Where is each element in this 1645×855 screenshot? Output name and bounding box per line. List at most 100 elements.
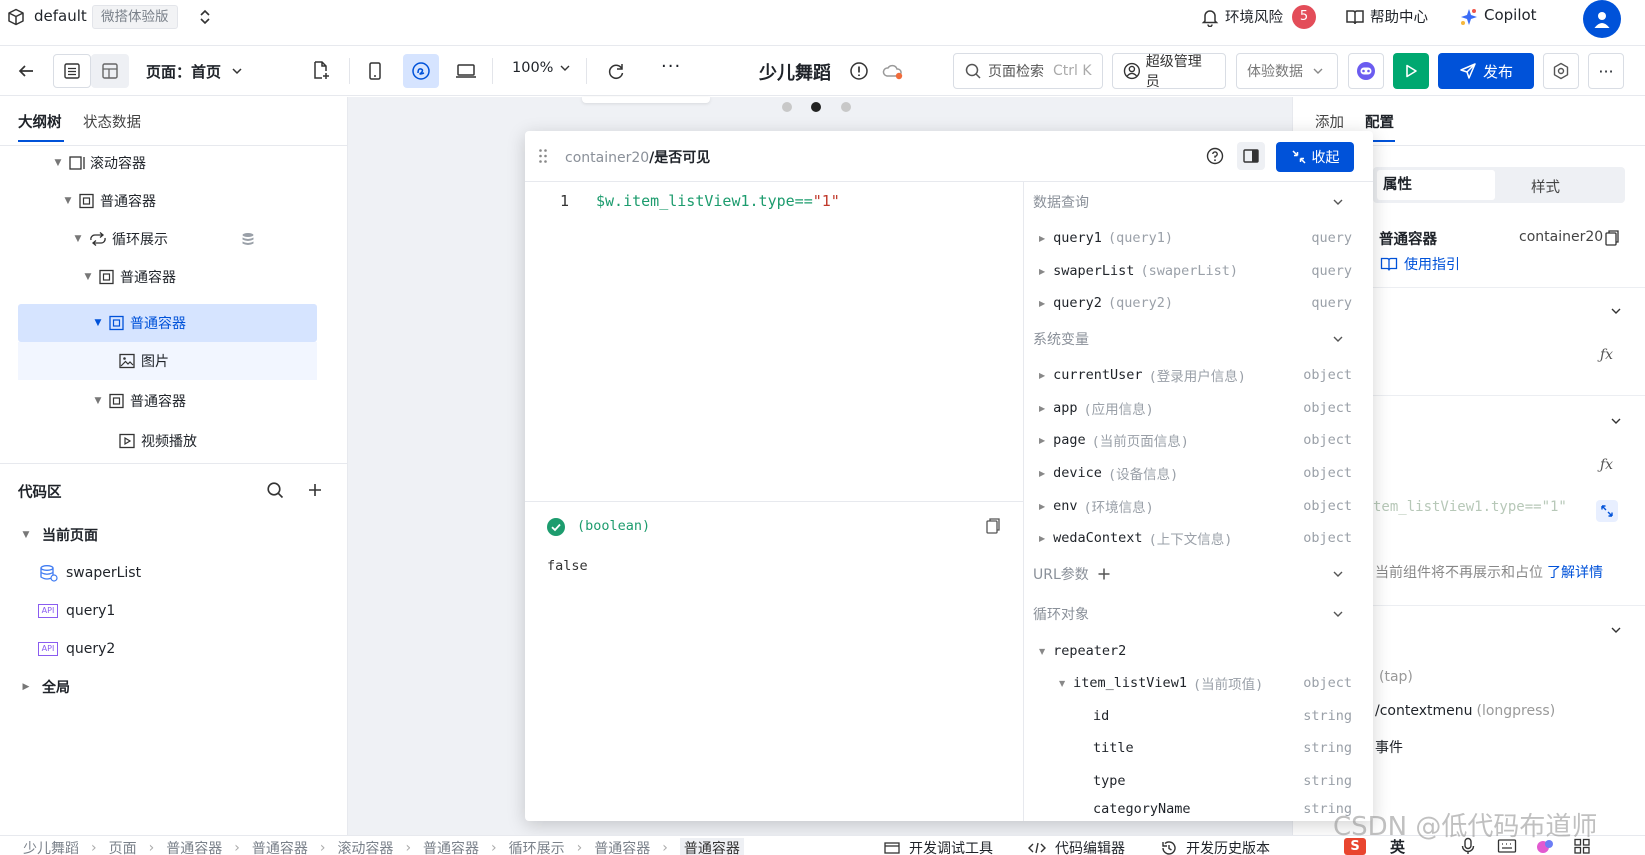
- code-current-page[interactable]: ▼ 当前页面: [20, 517, 98, 553]
- carousel-dot[interactable]: [782, 102, 792, 112]
- caret-down-icon[interactable]: ▼: [1059, 679, 1065, 688]
- skin-icon[interactable]: [1535, 837, 1555, 855]
- code-global[interactable]: ▶ 全局: [20, 669, 70, 705]
- env-name[interactable]: default: [34, 7, 87, 25]
- back-arrow-icon[interactable]: [16, 61, 36, 81]
- caret-right-icon[interactable]: ▶: [20, 682, 32, 692]
- visibility-code-preview[interactable]: tem_listView1.type=="1": [1373, 499, 1593, 515]
- tree-item-repeater[interactable]: ▼ 循环展示: [72, 221, 262, 257]
- section-loop-objects[interactable]: 循环对象: [1033, 599, 1353, 629]
- var-row-swaperlist[interactable]: ▶ swaperList (swaperList) query: [1030, 256, 1352, 286]
- code-item-swaperlist[interactable]: swaperList: [38, 555, 141, 591]
- var-row-field-type[interactable]: type string: [1030, 766, 1352, 796]
- var-row-field-categoryname[interactable]: categoryName string: [1030, 798, 1352, 820]
- caret-right-icon[interactable]: ▶: [1039, 502, 1045, 511]
- subtab-properties[interactable]: 属性: [1377, 170, 1495, 200]
- fx-icon[interactable]: ƒx: [1600, 457, 1613, 473]
- code-editor[interactable]: 1 $w.item_listView1.type=="1": [525, 182, 1023, 501]
- help-icon[interactable]: [1206, 147, 1224, 165]
- fx-icon[interactable]: ƒx: [1600, 347, 1613, 363]
- breadcrumb-item[interactable]: 普通容器: [166, 838, 222, 855]
- info-icon[interactable]: [849, 61, 869, 81]
- settings-button[interactable]: [1543, 53, 1579, 89]
- copy-icon[interactable]: [1604, 229, 1620, 247]
- var-row-item-listview[interactable]: ▼ item_listView1 (当前项值) object: [1030, 668, 1352, 698]
- data-source-select[interactable]: 体验数据: [1236, 53, 1338, 89]
- breadcrumb-item[interactable]: 普通容器: [594, 838, 650, 855]
- page-select[interactable]: 页面：首页: [146, 59, 245, 83]
- layout-button[interactable]: [91, 54, 129, 88]
- carousel-dot[interactable]: [841, 102, 851, 112]
- variable-list-scrollbar[interactable]: [1368, 182, 1372, 820]
- var-row-page[interactable]: ▶ page (当前页面信息) object: [1030, 425, 1352, 455]
- drag-handle-icon[interactable]: [538, 148, 548, 164]
- add-icon[interactable]: [307, 482, 323, 498]
- expand-editor-button[interactable]: [1596, 500, 1618, 522]
- caret-down-icon[interactable]: ▼: [1039, 647, 1045, 656]
- help-center-link[interactable]: 帮助中心: [1370, 6, 1428, 27]
- caret-right-icon[interactable]: ▶: [1039, 371, 1045, 380]
- zoom-select[interactable]: 100%: [512, 60, 572, 76]
- mobile-view-icon[interactable]: [366, 61, 384, 81]
- caret-right-icon[interactable]: ▶: [1039, 469, 1045, 478]
- breadcrumb-item[interactable]: 普通容器: [252, 838, 308, 855]
- breadcrumb-item[interactable]: 循环展示: [509, 838, 565, 855]
- code-line[interactable]: $w.item_listView1.type=="1": [596, 192, 840, 210]
- page-search-button[interactable]: 页面检索 Ctrl K: [953, 53, 1103, 89]
- bell-icon[interactable]: [1200, 7, 1220, 27]
- var-row-wedacontext[interactable]: ▶ wedaContext (上下文信息) object: [1030, 523, 1352, 553]
- grid-apps-icon[interactable]: [1573, 838, 1591, 854]
- tab-outline-tree[interactable]: 大纲树: [18, 111, 62, 132]
- ime-logo-icon[interactable]: S: [1344, 838, 1366, 855]
- new-page-icon[interactable]: [311, 60, 331, 80]
- carousel-dot-active[interactable]: [811, 102, 821, 112]
- var-row-env[interactable]: ▶ env (环境信息) object: [1030, 491, 1352, 521]
- cloud-sync-icon[interactable]: [881, 61, 905, 81]
- copilot-assistant-button[interactable]: [1348, 53, 1384, 89]
- caret-down-icon[interactable]: ▼: [82, 272, 94, 282]
- copy-icon[interactable]: [985, 517, 1001, 535]
- code-editor-button[interactable]: 代码编辑器: [1027, 838, 1125, 855]
- section-data-query[interactable]: 数据查询: [1033, 187, 1353, 217]
- copilot-logo-icon[interactable]: [1459, 7, 1479, 27]
- caret-right-icon[interactable]: ▶: [1039, 267, 1045, 276]
- subtab-styles[interactable]: 样式: [1531, 176, 1560, 197]
- expand-vertical-icon[interactable]: [198, 8, 212, 26]
- tree-item-scroll-container[interactable]: ▼ 滚动容器: [52, 145, 146, 181]
- caret-down-icon[interactable]: ▼: [72, 234, 84, 244]
- var-row-device[interactable]: ▶ device (设备信息) object: [1030, 458, 1352, 488]
- ime-language[interactable]: 英: [1390, 836, 1405, 855]
- more-icon[interactable]: ···: [661, 56, 681, 77]
- caret-down-icon[interactable]: ▼: [92, 318, 104, 328]
- tab-add[interactable]: 添加: [1315, 111, 1344, 132]
- breadcrumb-item[interactable]: 少儿舞蹈: [23, 838, 79, 855]
- caret-down-icon[interactable]: ▼: [62, 196, 74, 206]
- caret-right-icon[interactable]: ▶: [1039, 436, 1045, 445]
- chevron-down-icon[interactable]: [1609, 304, 1623, 318]
- event-contextmenu[interactable]: /contextmenu (longpress): [1375, 703, 1555, 719]
- section-system-vars[interactable]: 系统变量: [1033, 324, 1353, 354]
- tree-item-video[interactable]: 视频播放: [118, 423, 197, 459]
- var-row-currentuser[interactable]: ▶ currentUser (登录用户信息) object: [1030, 360, 1352, 390]
- tree-item-container[interactable]: ▼ 普通容器: [82, 259, 176, 295]
- tree-item-image[interactable]: 图片: [118, 343, 169, 379]
- book-icon[interactable]: [1345, 8, 1365, 26]
- keyboard-icon[interactable]: [1497, 838, 1517, 854]
- dev-tools-button[interactable]: 开发调试工具: [883, 838, 993, 855]
- code-item-query2[interactable]: API query2: [38, 631, 115, 667]
- tree-item-container[interactable]: ▼ 普通容器: [92, 383, 186, 419]
- caret-right-icon[interactable]: ▶: [1039, 299, 1045, 308]
- chevron-down-icon[interactable]: [1609, 623, 1623, 637]
- breadcrumb-item[interactable]: 滚动容器: [337, 838, 393, 855]
- var-row-query1[interactable]: ▶ query1 (query1) query: [1030, 223, 1352, 253]
- publish-button[interactable]: 发布: [1438, 53, 1534, 89]
- tab-state-data[interactable]: 状态数据: [83, 111, 141, 132]
- miniprogram-view-button[interactable]: [403, 54, 439, 88]
- env-risk-label[interactable]: 环境风险: [1225, 6, 1283, 27]
- usage-guide-link[interactable]: 使用指引: [1380, 254, 1460, 274]
- var-row-repeater[interactable]: ▼ repeater2: [1030, 636, 1352, 666]
- tree-item-container-selected[interactable]: ▼ 普通容器: [92, 305, 186, 341]
- more-menu-button[interactable]: ···: [1588, 53, 1624, 89]
- caret-right-icon[interactable]: ▶: [1039, 534, 1045, 543]
- event-tap[interactable]: (tap): [1379, 669, 1413, 685]
